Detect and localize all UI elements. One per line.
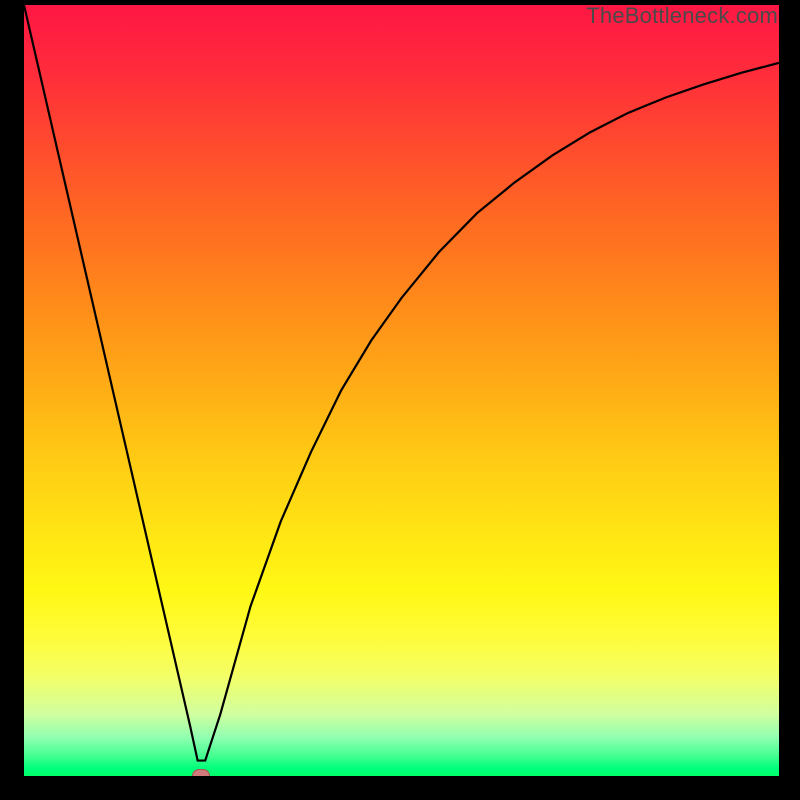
bottleneck-curve	[24, 5, 779, 776]
plot-area	[24, 5, 779, 776]
watermark-text: TheBottleneck.com	[586, 3, 778, 29]
minimum-marker	[192, 769, 210, 776]
chart-container: TheBottleneck.com	[0, 0, 800, 800]
